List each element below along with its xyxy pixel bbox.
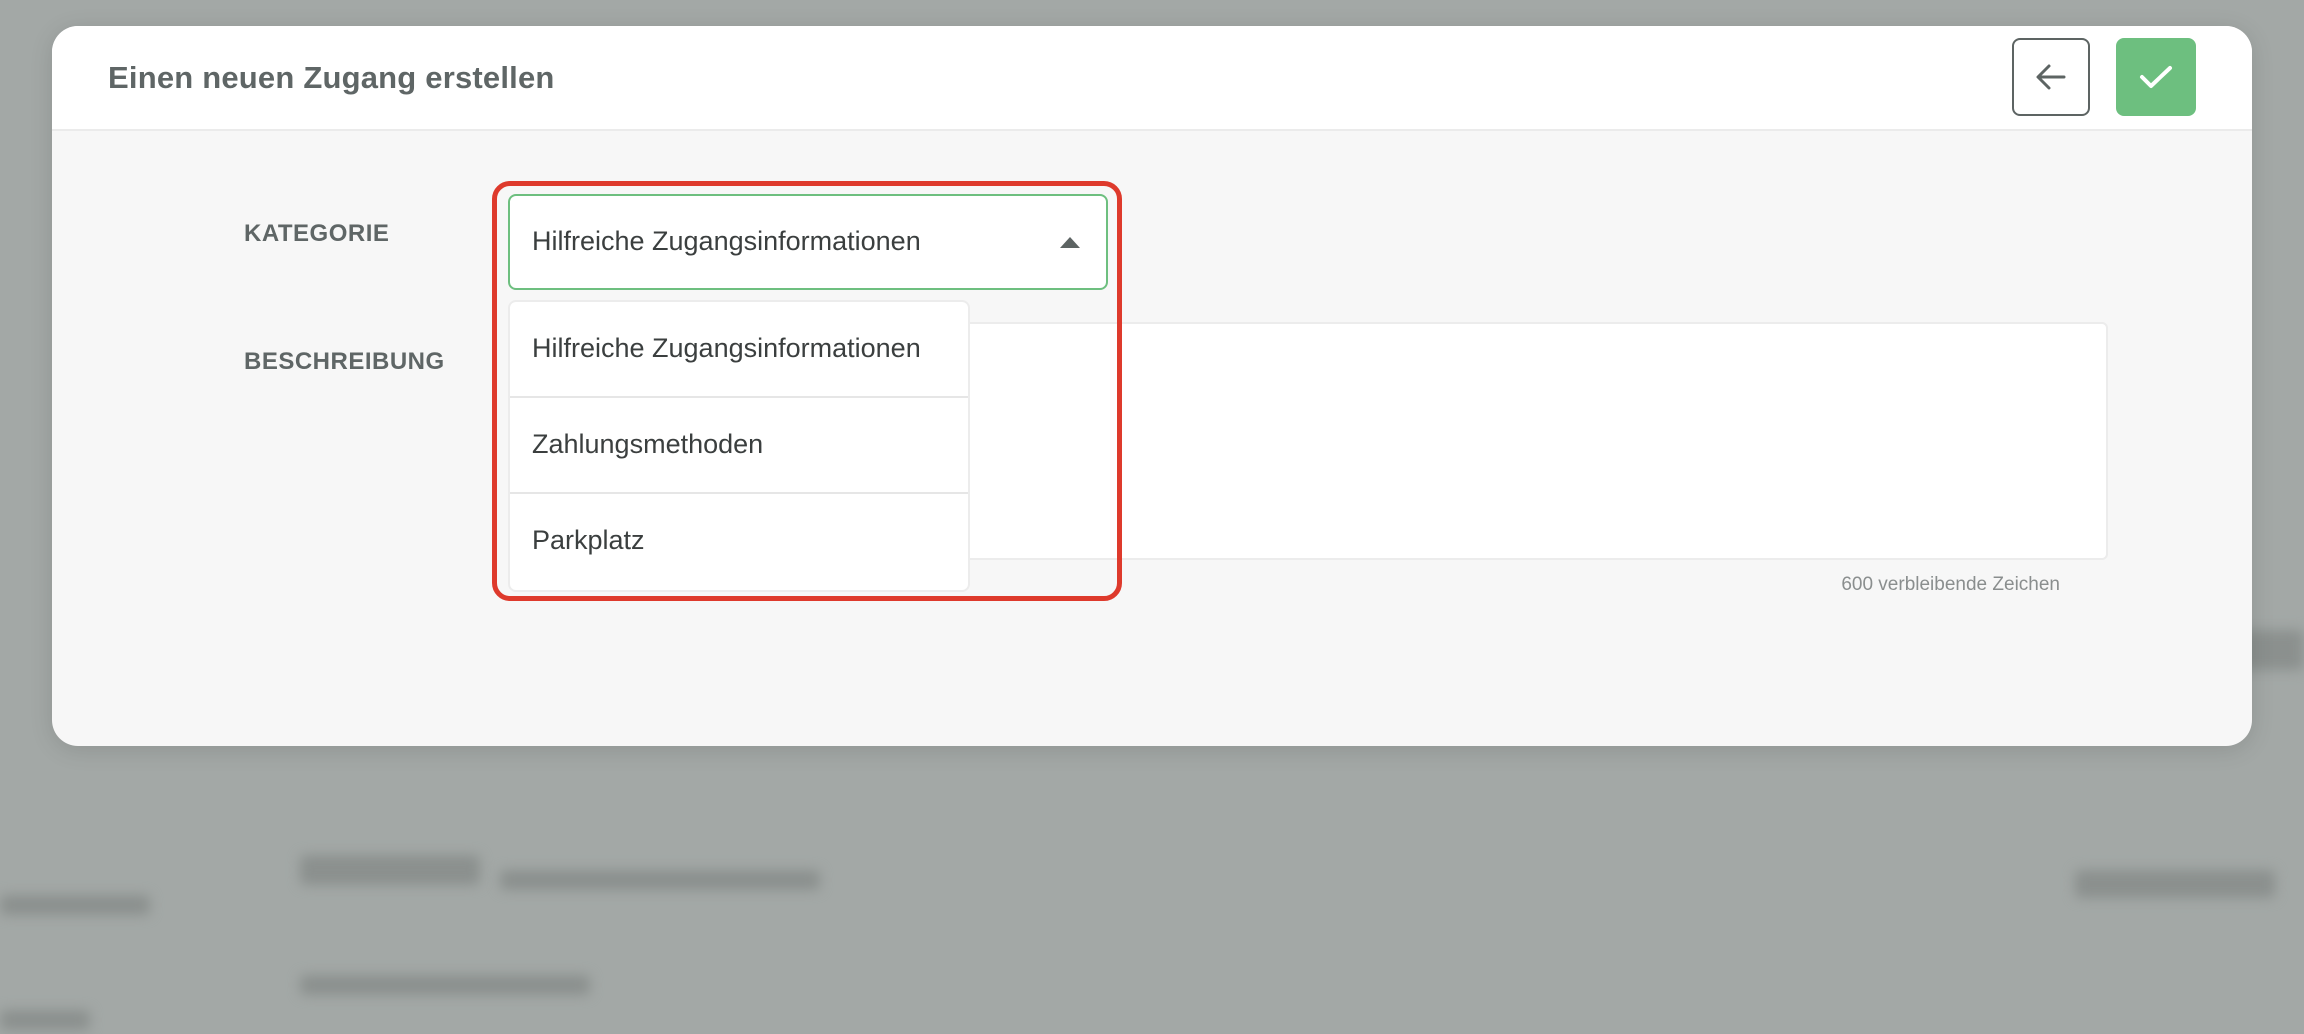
caret-up-icon xyxy=(1060,237,1080,248)
background-text-block xyxy=(500,870,820,890)
dropdown-option[interactable]: Parkplatz xyxy=(510,494,968,590)
check-icon xyxy=(2140,66,2172,88)
category-select-value: Hilfreiche Zugangsinformationen xyxy=(532,226,921,256)
background-sidebar-item xyxy=(0,895,150,915)
category-label: KATEGORIE xyxy=(244,220,390,247)
modal-header: Einen neuen Zugang erstellen xyxy=(52,26,2252,131)
background-text-block xyxy=(300,975,590,995)
category-dropdown-list: Hilfreiche Zugangsinformationen Zahlungs… xyxy=(508,300,970,592)
dropdown-option[interactable]: Hilfreiche Zugangsinformationen xyxy=(510,302,968,398)
confirm-button[interactable] xyxy=(2116,38,2196,116)
create-access-modal: Einen neuen Zugang erstellen KATEGORIE B… xyxy=(52,26,2252,746)
description-label: BESCHREIBUNG xyxy=(244,348,445,375)
back-button[interactable] xyxy=(2012,38,2090,116)
dropdown-option[interactable]: Zahlungsmethoden xyxy=(510,398,968,494)
arrow-left-icon xyxy=(2036,64,2066,90)
background-button xyxy=(2075,870,2275,898)
char-counter: 600 verbleibende Zeichen xyxy=(1841,574,2060,595)
category-select[interactable]: Hilfreiche Zugangsinformationen xyxy=(508,194,1108,290)
modal-title: Einen neuen Zugang erstellen xyxy=(108,60,555,95)
background-text-block xyxy=(300,855,480,885)
background-sidebar-item xyxy=(0,1010,90,1030)
